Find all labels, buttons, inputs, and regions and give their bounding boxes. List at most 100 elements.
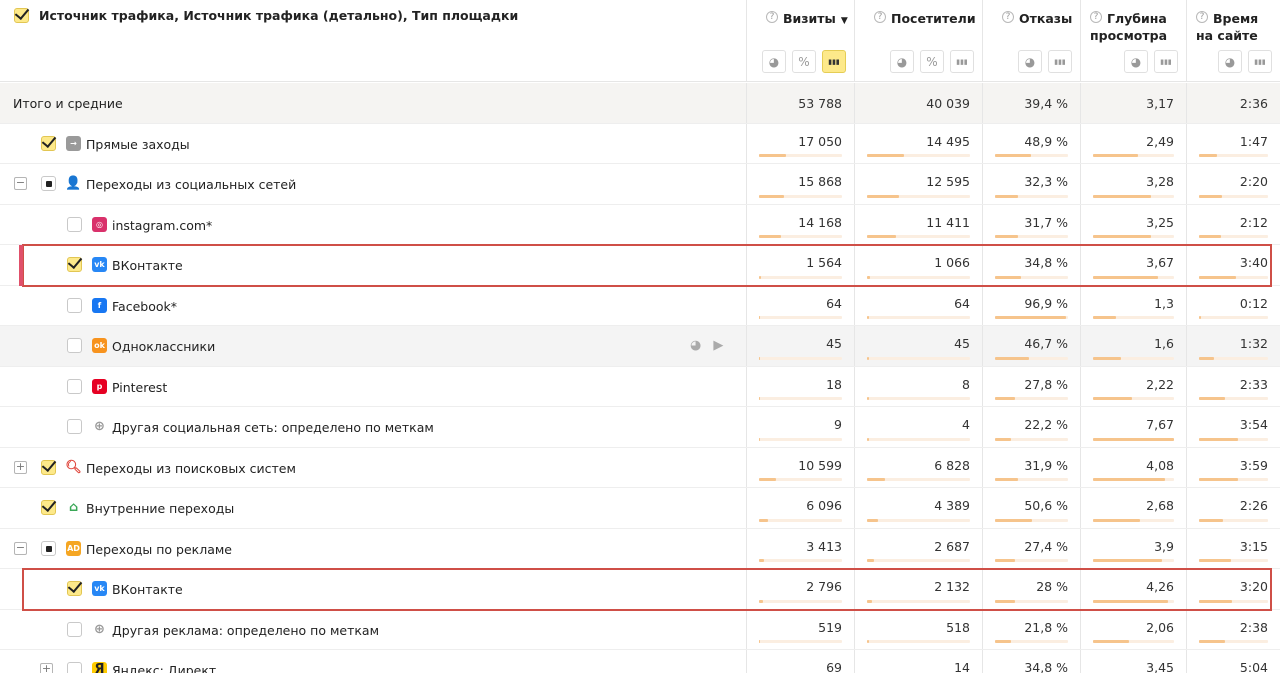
expand-icon[interactable]: + <box>14 460 27 474</box>
play-icon[interactable]: ▶ <box>713 338 723 353</box>
row-checkbox[interactable] <box>67 419 82 434</box>
collapse-icon[interactable]: − <box>14 541 27 555</box>
pie-view-button[interactable]: ◕ <box>1218 50 1242 73</box>
table-row[interactable]: + 🔍︎ Переходы из поисковых систем 10 599 6 8… <box>0 447 1280 488</box>
bars-view-button[interactable]: ▮▮▮ <box>1248 50 1272 73</box>
row-checkbox[interactable] <box>67 257 82 272</box>
social-icon: 👤 <box>65 176 82 191</box>
metric-title[interactable]: ? Посетители <box>874 10 976 27</box>
dimension-cell: ok Одноклассники ◕ ▶ <box>0 326 746 366</box>
pie-view-button[interactable]: ◕ <box>890 50 914 73</box>
metric-value: 22,2 % <box>1024 417 1068 432</box>
table-row[interactable]: f Facebook* 64 64 96,9 % 1,3 0:12 <box>0 285 1280 326</box>
row-checkbox[interactable] <box>67 581 82 596</box>
metric-header-2[interactable]: ? Отказы ◕ ▮▮▮ <box>982 0 1080 82</box>
row-label[interactable]: Другая реклама: определено по меткам <box>112 623 379 638</box>
row-label[interactable]: Переходы из социальных сетей <box>86 177 296 192</box>
metric-value: 3,28 <box>1146 174 1174 189</box>
metric-cell: 27,8 % <box>982 366 1080 406</box>
row-label[interactable]: ВКонтакте <box>112 582 183 597</box>
row-checkbox[interactable] <box>41 459 56 475</box>
metric-cell: 1 564 <box>746 245 854 285</box>
table-row[interactable]: − 👤 Переходы из социальных сетей 15 868 12 5… <box>0 164 1280 205</box>
metric-header-0[interactable]: ? Визиты ▼ ◕% ▮▮▮ <box>746 0 854 82</box>
help-icon[interactable]: ? <box>1090 11 1102 23</box>
table-row[interactable]: ◎ instagram.com* 14 168 11 411 31,7 % 3,25 2:1… <box>0 204 1280 245</box>
row-checkbox[interactable] <box>67 297 82 313</box>
row-label[interactable]: Прямые заходы <box>86 137 190 152</box>
row-label[interactable]: Переходы по рекламе <box>86 542 232 557</box>
table-row[interactable]: ⊕ Другая реклама: определено по меткам 519… <box>0 609 1280 650</box>
dimension-header[interactable]: Источник трафика, Источник трафика (дета… <box>14 8 518 23</box>
row-label[interactable]: Facebook* <box>112 299 177 314</box>
metric-title[interactable]: ? Глубина просмотра <box>1090 10 1167 44</box>
table-row[interactable]: p Pinterest 18 8 27,8 % 2,22 2:33 <box>0 366 1280 407</box>
row-checkbox[interactable] <box>67 216 82 232</box>
dimension-cell: p Pinterest <box>0 367 746 407</box>
pie-view-button[interactable]: ◕ <box>1124 50 1148 73</box>
table-row[interactable]: ⌂ Внутренние переходы 6 096 4 389 50,6 % 2,68… <box>0 488 1280 529</box>
percent-view-button[interactable]: % <box>920 50 944 73</box>
metric-value: 64 <box>954 295 970 311</box>
metric-value: 12 595 <box>926 174 970 189</box>
metric-title[interactable]: ? Время на сайте <box>1196 10 1258 44</box>
table-row[interactable]: vk ВКонтакте 1 564 1 066 34,8 % 3,67 3:40 <box>0 245 1280 286</box>
bars-view-button[interactable]: ▮▮▮ <box>1048 50 1072 73</box>
total-row[interactable]: Итого и средние 53 788 40 039 39,4 % 3,17 2:3… <box>0 83 1280 124</box>
row-label[interactable]: Pinterest <box>112 380 167 395</box>
table-row[interactable]: ok Одноклассники ◕ ▶ 45 45 46,7 % 1,6 1:32 <box>0 326 1280 367</box>
row-label[interactable]: ВКонтакте <box>112 258 183 273</box>
table-row[interactable]: − AD Переходы по рекламе 3 413 2 687 27,4 % 3,… <box>0 528 1280 569</box>
pie-view-button[interactable]: ◕ <box>762 50 786 73</box>
row-label[interactable]: instagram.com* <box>112 218 212 233</box>
row-checkbox[interactable] <box>41 500 56 515</box>
metric-cell: 27,4 % <box>982 528 1080 568</box>
help-icon[interactable]: ? <box>874 11 886 23</box>
row-checkbox[interactable] <box>67 662 82 673</box>
value-bar-fill <box>1199 316 1202 319</box>
table-row[interactable]: + Я Яндекс: Директ 69 14 34,8 % 3,45 5:04 <box>0 650 1280 673</box>
bars-view-button[interactable]: ▮▮▮ <box>822 50 846 73</box>
globe-icon: ⊕ <box>94 621 105 637</box>
sort-desc-icon[interactable]: ▼ <box>841 16 848 26</box>
metric-value: 14 168 <box>798 214 842 230</box>
row-checkbox[interactable] <box>67 378 82 394</box>
table-row[interactable]: vk ВКонтакте 2 796 2 132 28 % 4,26 3:20 <box>0 569 1280 610</box>
row-label[interactable]: Переходы из поисковых систем <box>86 461 296 476</box>
bars-view-button[interactable]: ▮▮▮ <box>1154 50 1178 73</box>
metric-value: 2:38 <box>1239 619 1268 635</box>
select-all-checkbox[interactable] <box>14 8 29 23</box>
metric-value: 3,67 <box>1146 255 1174 270</box>
table-row[interactable]: → Прямые заходы 17 050 14 495 48,9 % 2,49 1:47 <box>0 123 1280 164</box>
metric-title[interactable]: ? Отказы <box>1002 10 1072 27</box>
row-label[interactable]: Другая социальная сеть: определено по ме… <box>112 420 434 435</box>
value-bar-fill <box>759 640 761 643</box>
pie-view-button[interactable]: ◕ <box>1018 50 1042 73</box>
row-checkbox[interactable] <box>41 135 56 151</box>
help-icon[interactable]: ? <box>1002 11 1014 23</box>
percent-view-button[interactable]: % <box>792 50 816 73</box>
value-bar-track <box>1093 194 1174 198</box>
row-checkbox[interactable] <box>41 176 56 191</box>
metric-header-1[interactable]: ? Посетители ◕% ▮▮▮ <box>854 0 982 82</box>
row-checkbox[interactable] <box>67 621 82 637</box>
help-icon[interactable]: ? <box>1196 11 1208 23</box>
expand-icon[interactable]: + <box>40 663 53 673</box>
pie-chart-icon[interactable]: ◕ <box>690 338 701 353</box>
metric-header-4[interactable]: ? Время на сайте ◕ ▮▮▮ <box>1186 0 1280 82</box>
value-bar-fill <box>1199 194 1223 198</box>
metric-header-3[interactable]: ? Глубина просмотра ◕ ▮▮▮ <box>1080 0 1186 82</box>
row-checkbox[interactable] <box>67 338 82 353</box>
help-icon[interactable]: ? <box>766 11 778 23</box>
metric-value: 31,9 % <box>1024 457 1068 473</box>
metric-title[interactable]: ? Визиты ▼ <box>766 10 848 30</box>
value-bar-track <box>1199 356 1268 360</box>
value-bar-track <box>1199 397 1268 400</box>
collapse-icon[interactable]: − <box>14 177 27 190</box>
bars-view-button[interactable]: ▮▮▮ <box>950 50 974 73</box>
row-label[interactable]: Яндекс: Директ <box>112 663 216 673</box>
row-checkbox[interactable] <box>41 540 56 556</box>
table-row[interactable]: ⊕ Другая социальная сеть: определено по м… <box>0 407 1280 448</box>
row-label[interactable]: Одноклассники <box>112 339 215 354</box>
row-label[interactable]: Внутренние переходы <box>86 501 234 516</box>
